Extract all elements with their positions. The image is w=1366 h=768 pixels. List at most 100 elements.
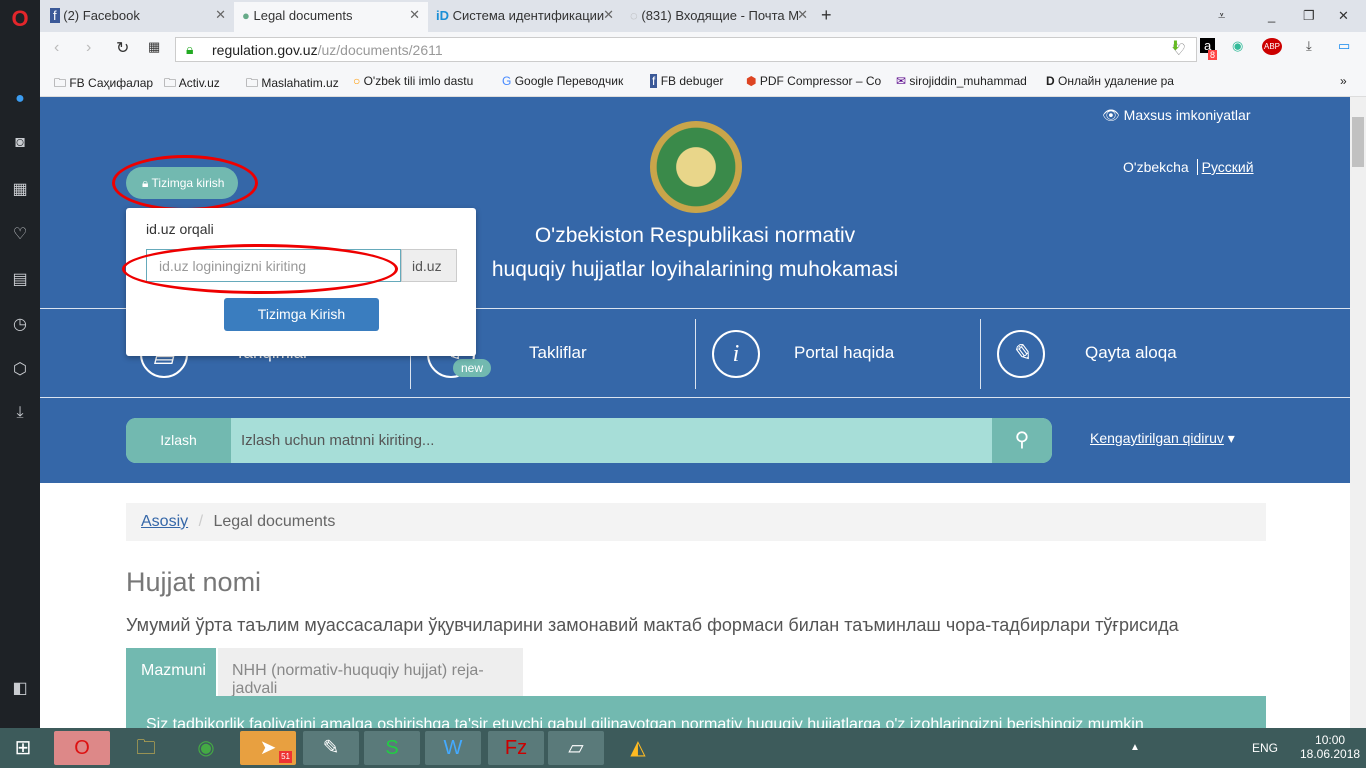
- new-badge: new: [453, 359, 492, 377]
- info-icon: i: [712, 330, 760, 378]
- breadcrumb-home[interactable]: Asosiy: [141, 513, 188, 530]
- web-page: 👁︎ Maxsus imkoniyatlar O'zbekcha Русский…: [40, 97, 1350, 728]
- opera-sidebar: O ● ◙ ▦ ♡ ▤ ◷ ⬡ ⤓ ◧: [0, 0, 40, 728]
- extension-icon[interactable]: ◉: [1232, 38, 1243, 54]
- filezilla-icon[interactable]: Fz: [488, 731, 544, 765]
- search-input[interactable]: Izlash uchun matnni kiriting...: [241, 432, 434, 449]
- nav-item-qayta-aloqa[interactable]: ✎ Qayta aloqa: [980, 319, 1260, 389]
- camera-icon[interactable]: ◙: [10, 134, 30, 154]
- close-icon[interactable]: ✕: [409, 7, 420, 23]
- bookmark[interactable]: f FB debuger: [650, 74, 723, 88]
- lock-icon: 🔒︎: [186, 41, 194, 57]
- lang-uz[interactable]: O'zbekcha: [1123, 159, 1189, 175]
- pencil-icon: ✎: [997, 330, 1045, 378]
- tab-bar: f (2) Facebook ✕ ● Legal documents ✕ iD Си…: [40, 0, 1366, 32]
- maximize-button[interactable]: ❐: [1295, 2, 1325, 32]
- tray-arrow-icon[interactable]: ▲: [1130, 742, 1140, 753]
- news-icon[interactable]: ▤: [10, 269, 30, 289]
- login-submit-button[interactable]: Tizimga Kirish: [224, 298, 379, 331]
- forward-button[interactable]: ›: [86, 39, 91, 57]
- id-icon: iD: [436, 8, 449, 23]
- opera-taskbar-icon[interactable]: O: [54, 731, 110, 765]
- new-tab-button[interactable]: +: [818, 2, 842, 32]
- bookmark[interactable]: ⬢ PDF Compressor – Co: [746, 74, 884, 88]
- loading-icon: ◌: [630, 8, 638, 23]
- bookmark[interactable]: 🗀︎ FB Саҳифалар: [54, 74, 153, 95]
- close-icon[interactable]: ✕: [797, 7, 808, 23]
- state-emblem-logo: [650, 121, 742, 213]
- search-label: Izlash: [126, 418, 231, 463]
- address-bar: ‹ › ↻ ▦ 🔒︎ regulation.gov.uz/uz/document…: [40, 32, 1366, 65]
- tabs-grid-icon[interactable]: ▦: [148, 39, 160, 55]
- bookmark[interactable]: D Онлайн удаление ра: [1046, 74, 1184, 88]
- battery-icon[interactable]: ▭: [1338, 38, 1350, 54]
- notepad-icon[interactable]: ✎: [303, 731, 359, 765]
- download-arrow-icon[interactable]: ⬇: [1170, 38, 1181, 54]
- advanced-search-link[interactable]: Kengaytirilgan qidiruv ▾: [1090, 430, 1235, 447]
- chrome-icon[interactable]: ◉: [178, 731, 234, 765]
- facebook-icon: f: [50, 8, 60, 23]
- taskbar: ⊞ O 🗀︎ ◉ ➤ 51 ✎ S W Fz ▱ ◭ ▲ ENG 10:00 18.…: [0, 728, 1366, 768]
- breadcrumb: Asosiy / Legal documents: [126, 503, 1266, 541]
- emblem-icon: ●: [242, 8, 250, 23]
- speed-dial-icon[interactable]: ▦: [10, 179, 30, 199]
- language-indicator[interactable]: ENG: [1252, 741, 1278, 755]
- close-icon[interactable]: ✕: [603, 7, 614, 23]
- tab-id[interactable]: iD Система идентификации ✕: [428, 2, 622, 32]
- scrollbar[interactable]: [1350, 97, 1366, 728]
- site-title: O'zbekiston Respublikasi normativ huquqiy…: [491, 224, 899, 281]
- doc-heading: Hujjat nomi: [126, 567, 262, 597]
- bookmark[interactable]: ✉ sirojiddin_muhammad: [896, 74, 1034, 88]
- divider: [40, 397, 1350, 398]
- login-popup: id.uz orqali id.uz loginingizni kiriting…: [122, 208, 476, 356]
- amazon-badge: 8: [1208, 50, 1218, 60]
- lang-ru[interactable]: Русский: [1202, 159, 1254, 175]
- bookmark[interactable]: G Google Переводчик: [502, 74, 623, 88]
- tab-legal-documents[interactable]: ● Legal documents ✕: [234, 2, 428, 32]
- bookmark[interactable]: 🗀︎ Maslahatim.uz: [246, 74, 339, 95]
- reload-button[interactable]: ↻: [116, 38, 129, 58]
- tab-menu-icon[interactable]: ⩡: [1210, 2, 1240, 32]
- search-button[interactable]: ⚲: [992, 418, 1052, 463]
- doc-title: Умумий ўрта таълим муассасалари ўқувчила…: [126, 615, 1179, 635]
- bookmarks-bar: 🗀︎ FB Саҳифалар 🗀︎ Activ.uz 🗀︎ Maslahati…: [40, 65, 1366, 97]
- bookmark[interactable]: ○ O'zbek tili imlo dastu: [353, 74, 489, 88]
- back-button[interactable]: ‹: [54, 39, 59, 57]
- url-input[interactable]: 🔒︎ regulation.gov.uz/uz/documents/2611 ♡: [175, 37, 1197, 62]
- downloads-icon[interactable]: ⤓: [1306, 38, 1312, 54]
- bookmark[interactable]: 🗀︎ Activ.uz: [164, 74, 220, 95]
- adblock-icon[interactable]: ABP: [1262, 38, 1283, 55]
- opera-logo-icon[interactable]: O: [10, 6, 30, 31]
- app-icon[interactable]: ◭: [610, 731, 666, 765]
- close-icon[interactable]: ✕: [215, 7, 226, 23]
- annotation-circle: [112, 155, 258, 211]
- search-bar: Izlash Izlash uchun matnni kiriting... ⚲: [126, 418, 1052, 463]
- sheets-icon[interactable]: S: [364, 731, 420, 765]
- start-button[interactable]: ⊞: [0, 731, 46, 765]
- annotation-circle: [122, 244, 398, 294]
- extensions-icon[interactable]: ⬡: [10, 359, 30, 379]
- search-icon: ⚲: [1014, 429, 1030, 451]
- telegram-icon[interactable]: ➤ 51: [240, 731, 296, 765]
- heart-icon[interactable]: ♡: [10, 224, 30, 244]
- tab-facebook[interactable]: f (2) Facebook ✕: [42, 2, 234, 32]
- tab-reja-jadvali[interactable]: NHH (normativ-huquqiy hujjat) reja-jadva…: [218, 648, 523, 697]
- history-icon[interactable]: ◷: [10, 314, 30, 334]
- explorer-icon[interactable]: 🗀︎: [118, 731, 174, 765]
- download-icon[interactable]: ⤓: [10, 404, 30, 424]
- messenger-icon[interactable]: ●: [10, 90, 30, 110]
- tab-mail[interactable]: ◌ (831) Входящие - Почта М ✕: [622, 2, 816, 32]
- sidebar-toggle-icon[interactable]: ◧: [10, 678, 30, 698]
- more-bookmarks-icon[interactable]: »: [1340, 74, 1347, 88]
- accessibility-link[interactable]: 👁︎ Maxsus imkoniyatlar: [1102, 107, 1251, 124]
- close-window-button[interactable]: ✕: [1330, 2, 1360, 32]
- tab-mazmuni[interactable]: Mazmuni: [126, 648, 216, 696]
- lang-switch: O'zbekcha Русский: [1123, 159, 1254, 175]
- writer-icon[interactable]: W: [425, 731, 481, 765]
- scrollbar-thumb[interactable]: [1352, 117, 1364, 167]
- nav-item-portal-haqida[interactable]: i Portal haqida: [695, 319, 975, 389]
- content-text: Siz tadbikorlik faoliyatini amalga oshir…: [126, 696, 1266, 728]
- notes-icon[interactable]: ▱: [548, 731, 604, 765]
- minimize-button[interactable]: _: [1260, 2, 1290, 32]
- clock[interactable]: 10:00 18.06.2018: [1300, 733, 1360, 761]
